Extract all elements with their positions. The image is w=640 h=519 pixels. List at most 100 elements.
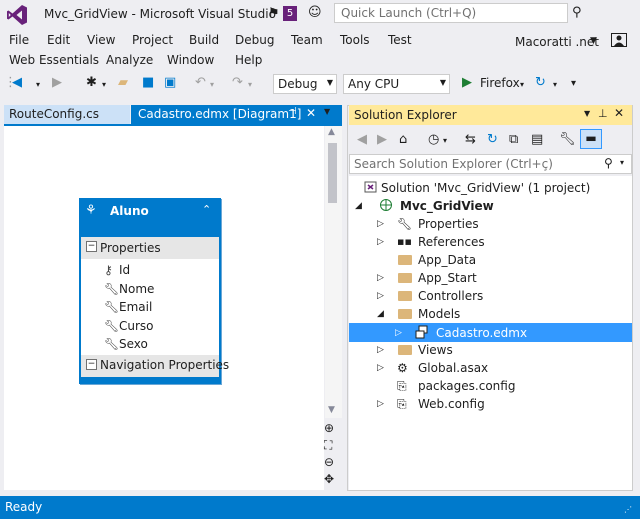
account-name[interactable]: Macoratti .net [515, 35, 599, 49]
menu-test[interactable]: Test [388, 33, 412, 47]
menu-file[interactable]: File [9, 33, 29, 47]
folder-icon [398, 255, 412, 265]
undo-icon[interactable]: ↶ [195, 75, 206, 90]
configuration-value: Debug [278, 77, 318, 91]
se-refresh-icon[interactable]: ↻ [487, 132, 498, 147]
tab-pin-icon[interactable]: ⊣ [288, 106, 297, 117]
back-dropdown-icon[interactable]: ▾ [36, 80, 40, 89]
collapsed-arrow-icon: ▷ [377, 363, 384, 373]
account-chevron-icon[interactable]: ▼ [590, 36, 597, 46]
se-search-icon[interactable]: ⚲ [604, 156, 613, 170]
scroll-up-icon[interactable]: ▲ [328, 127, 335, 137]
navigation-collapse-icon[interactable]: − [86, 359, 97, 370]
properties-collapse-icon[interactable]: − [86, 241, 97, 252]
se-home-icon[interactable]: ⌂ [399, 132, 407, 147]
zoom-out-icon[interactable]: ⊖ [324, 455, 334, 469]
status-bar [0, 496, 640, 519]
solution-explorer-search-input[interactable]: Search Solution Explorer (Ctrl+ç) [349, 154, 632, 174]
save-icon[interactable]: ■ [142, 75, 154, 90]
zoom-to-fit-icon[interactable]: ⛶ [324, 438, 332, 453]
se-properties-icon[interactable]: 🔧︎ [559, 132, 576, 147]
property-row[interactable]: ⚷ Id [104, 263, 130, 277]
minimize-button[interactable] [566, 3, 590, 23]
menu-window[interactable]: Window [167, 53, 214, 67]
open-file-icon[interactable]: ▰ [118, 75, 128, 90]
se-back-icon[interactable]: ◀ [357, 132, 367, 147]
notifications-badge[interactable]: 5 [283, 6, 297, 21]
expanded-arrow-icon: ◢ [355, 201, 362, 211]
property-row[interactable]: 🔧︎Nome [104, 282, 154, 296]
scrollbar-thumb[interactable] [328, 143, 337, 203]
solution-explorer-title: Solution Explorer [354, 108, 457, 122]
platform-select[interactable]: Any CPU ▼ [343, 74, 450, 94]
redo-dropdown-icon[interactable]: ▾ [248, 80, 252, 89]
tab-routeconfig[interactable]: RouteConfig.cs [4, 105, 130, 124]
toolbar-overflow-icon[interactable]: ▾ [571, 78, 576, 89]
undo-dropdown-icon[interactable]: ▾ [210, 80, 214, 89]
tab-cadastro-edmx-label: Cadastro.edmx [Diagram1] [138, 107, 302, 121]
feedback-icon[interactable]: ☺ [308, 5, 322, 20]
menu-help[interactable]: Help [235, 53, 262, 67]
navigation-properties-label: Navigation Properties [100, 358, 230, 372]
resize-grip-icon[interactable]: ⋰ [624, 505, 632, 514]
solution-label: Solution 'Mvc_GridView' (1 project) [381, 181, 591, 195]
navigate-back-icon[interactable]: ◀ [12, 75, 22, 90]
notifications-flag-icon[interactable]: ⚑ [268, 6, 280, 21]
menu-tools[interactable]: Tools [340, 33, 370, 47]
menu-view[interactable]: View [87, 33, 115, 47]
run-target-dropdown-icon[interactable]: ▾ [520, 80, 524, 89]
run-target-label[interactable]: Firefox [480, 76, 520, 90]
collapsed-arrow-icon: ▷ [395, 328, 402, 338]
menu-team[interactable]: Team [291, 33, 323, 47]
se-preview-icon[interactable]: ▬ [580, 129, 602, 149]
se-pending-changes-icon[interactable]: ◷ [428, 132, 439, 147]
entity-collapse-icon[interactable]: ⌃ [202, 203, 211, 216]
tree-item-label: Cadastro.edmx [436, 326, 528, 340]
config-icon: ⎘ [397, 379, 407, 393]
property-icon: 🔧︎ [104, 319, 120, 333]
pan-icon[interactable]: ✥ [324, 472, 334, 486]
save-all-icon[interactable]: ▣ [164, 75, 176, 90]
se-sync-icon[interactable]: ⇆ [465, 132, 476, 147]
se-pending-dropdown-icon[interactable]: ▾ [443, 136, 447, 145]
configuration-select[interactable]: Debug ▼ [273, 74, 337, 94]
zoom-in-icon[interactable]: ⊕ [324, 421, 334, 435]
tree-item-label: App_Start [418, 271, 477, 285]
quick-launch-input[interactable]: Quick Launch (Ctrl+Q) [334, 3, 568, 23]
property-icon: 🔧︎ [104, 300, 120, 314]
collapsed-arrow-icon: ▷ [377, 237, 384, 247]
menu-analyze[interactable]: Analyze [106, 53, 153, 67]
collapsed-arrow-icon: ▷ [377, 219, 384, 229]
menu-edit[interactable]: Edit [47, 33, 70, 47]
navigate-forward-icon[interactable]: ▶ [52, 75, 62, 90]
configuration-chevron-icon: ▼ [326, 78, 333, 87]
tab-close-icon[interactable]: ✕ [306, 106, 316, 120]
se-collapse-all-icon[interactable]: ⧉ [509, 132, 518, 147]
se-search-dropdown-icon[interactable]: ▾ [620, 158, 624, 167]
menu-debug[interactable]: Debug [235, 33, 274, 47]
property-row[interactable]: 🔧︎Sexo [104, 337, 148, 351]
account-avatar-icon[interactable] [611, 33, 627, 47]
new-project-icon[interactable]: ✱ [86, 75, 97, 90]
menu-project[interactable]: Project [132, 33, 173, 47]
scroll-down-icon[interactable]: ▼ [328, 405, 335, 415]
property-row[interactable]: 🔧︎Curso [104, 319, 154, 333]
property-name: Nome [119, 282, 155, 296]
panel-close-icon[interactable]: ✕ [614, 106, 624, 120]
refresh-browser-icon[interactable]: ↻ [535, 75, 546, 90]
menu-web-essentials[interactable]: Web Essentials [9, 53, 99, 67]
panel-pin-icon[interactable]: ⊥ [598, 107, 608, 120]
redo-icon[interactable]: ↷ [232, 75, 243, 90]
menu-build[interactable]: Build [189, 33, 219, 47]
se-forward-icon[interactable]: ▶ [377, 132, 387, 147]
property-name: Sexo [119, 337, 148, 351]
start-debugging-icon[interactable]: ▶ [462, 75, 472, 90]
new-dropdown-icon[interactable]: ▾ [102, 80, 106, 89]
tab-list-dropdown-icon[interactable]: ▼ [324, 107, 330, 116]
property-row[interactable]: 🔧︎Email [104, 300, 152, 314]
tree-item-label: Web.config [418, 397, 485, 411]
panel-options-icon[interactable]: ▼ [584, 109, 590, 118]
config-icon: ⎘ [397, 397, 407, 411]
refresh-dropdown-icon[interactable]: ▾ [553, 80, 557, 89]
se-show-all-files-icon[interactable]: ▤ [531, 132, 543, 147]
